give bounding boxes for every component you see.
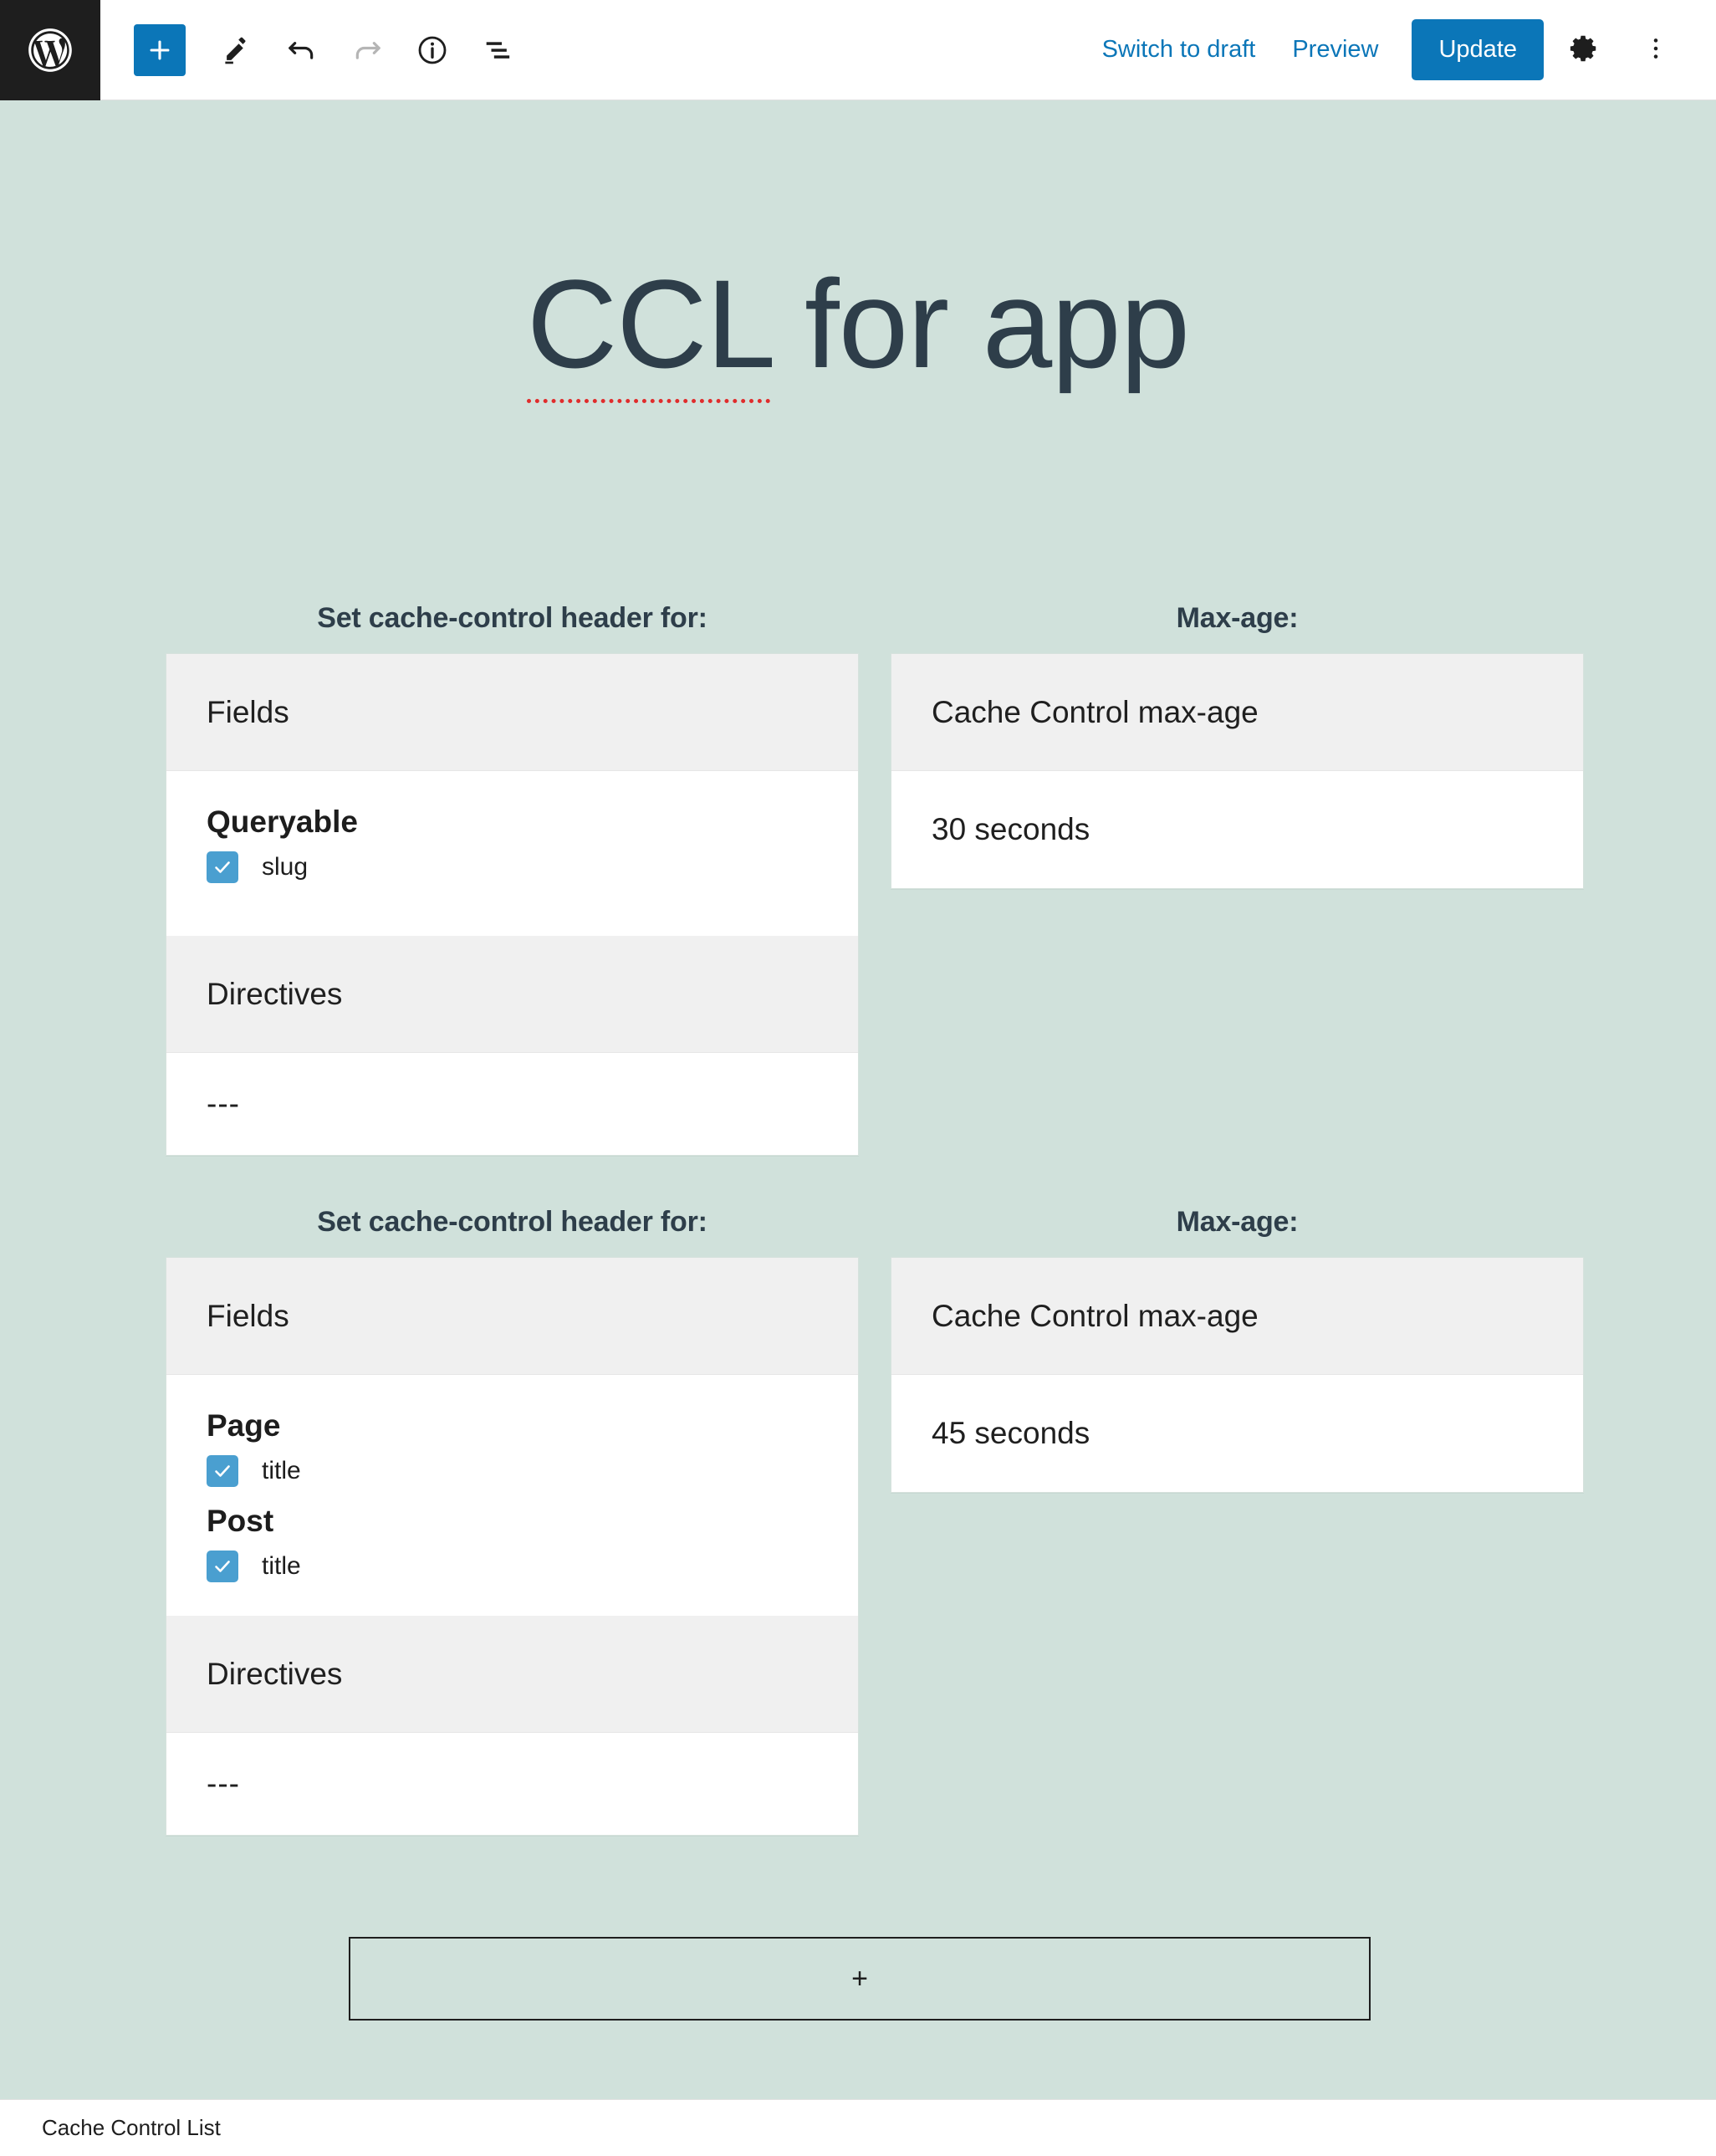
entry-2-maxage-card[interactable]: Cache Control max-age 45 seconds xyxy=(891,1257,1584,1493)
entry-2-directives-heading: Directives xyxy=(166,1616,858,1733)
gear-icon xyxy=(1568,33,1600,67)
more-options-button[interactable] xyxy=(1624,18,1688,82)
toolbar-left-tools xyxy=(100,18,530,83)
edit-tool-button[interactable] xyxy=(204,18,269,83)
field-label: title xyxy=(262,1457,301,1484)
switch-to-draft-button[interactable]: Switch to draft xyxy=(1084,24,1274,75)
post-title-rest: for app xyxy=(770,253,1190,394)
plus-icon xyxy=(146,36,174,64)
field-row[interactable]: slug xyxy=(207,851,818,883)
wordpress-logo-button[interactable] xyxy=(0,0,100,100)
editor-canvas: CCL for app Set cache-control header for… xyxy=(0,100,1716,2099)
entry-1-fields-heading: Fields xyxy=(166,654,858,771)
field-group-name: Page xyxy=(207,1408,281,1443)
field-group: Post title xyxy=(207,1504,818,1582)
list-view-button[interactable] xyxy=(465,18,530,83)
entry-1-directives-heading: Directives xyxy=(166,936,858,1053)
details-button[interactable] xyxy=(400,18,465,83)
entry-1-maxage-column: Max-age: Cache Control max-age 30 second… xyxy=(891,602,1584,889)
entry-1-maxage-heading: Cache Control max-age xyxy=(891,654,1583,771)
field-row[interactable]: title xyxy=(207,1551,818,1582)
entry-1-fields-column: Set cache-control header for: Fields Que… xyxy=(166,602,859,1156)
entry-1-maxage-label: Max-age: xyxy=(1176,602,1299,634)
field-row[interactable]: title xyxy=(207,1455,818,1487)
entry-2-maxage-column: Max-age: Cache Control max-age 45 second… xyxy=(891,1206,1584,1493)
entry-1-fields-card[interactable]: Fields Queryable slug Directives --- xyxy=(166,653,859,1156)
undo-button[interactable] xyxy=(269,18,335,83)
editor-toolbar: Switch to draft Preview Update xyxy=(0,0,1716,100)
entry-2-fields-card[interactable]: Fields Page title Post title Directives … xyxy=(166,1257,859,1836)
field-group: Page title xyxy=(207,1408,818,1487)
field-group-name: Post xyxy=(207,1504,274,1538)
entry-2-maxage-heading: Cache Control max-age xyxy=(891,1258,1583,1375)
add-cache-control-entry-button[interactable]: + xyxy=(349,1937,1371,2021)
field-group-name: Queryable xyxy=(207,805,358,839)
entry-1-fields-body: Queryable slug xyxy=(166,771,858,936)
cache-control-entry-1: Set cache-control header for: Fields Que… xyxy=(166,602,1584,1156)
redo-arrow-icon xyxy=(350,33,384,67)
entry-1-directives-value: --- xyxy=(166,1053,858,1155)
field-label: slug xyxy=(262,853,309,881)
field-group: Queryable slug xyxy=(207,805,818,883)
toolbar-right-actions: Switch to draft Preview Update xyxy=(1084,18,1716,82)
entry-2-maxage-label: Max-age: xyxy=(1176,1206,1299,1238)
redo-button[interactable] xyxy=(335,18,400,83)
preview-button[interactable]: Preview xyxy=(1274,24,1397,75)
entry-2-maxage-value: 45 seconds xyxy=(891,1375,1583,1492)
entry-2-directives-value: --- xyxy=(166,1733,858,1835)
post-title-misspelled-word: CCL xyxy=(526,253,771,403)
entry-2-fields-heading: Fields xyxy=(166,1258,858,1375)
add-block-button[interactable] xyxy=(134,23,186,76)
list-view-icon xyxy=(481,33,514,67)
entry-1-fields-label: Set cache-control header for: xyxy=(317,602,707,634)
entry-2-fields-label: Set cache-control header for: xyxy=(317,1206,707,1238)
breadcrumb[interactable]: Cache Control List xyxy=(42,2115,221,2141)
info-circle-icon xyxy=(416,33,449,67)
entry-1-maxage-card[interactable]: Cache Control max-age 30 seconds xyxy=(891,653,1584,889)
entry-1-maxage-value: 30 seconds xyxy=(891,771,1583,888)
editor-footer-breadcrumb-bar: Cache Control List xyxy=(0,2099,1716,2156)
three-dots-vertical-icon xyxy=(1642,34,1670,65)
wordpress-logo-icon xyxy=(24,24,76,76)
pencil-icon xyxy=(221,34,253,66)
field-checkbox[interactable] xyxy=(207,851,238,883)
field-checkbox[interactable] xyxy=(207,1551,238,1582)
entry-2-fields-body: Page title Post title xyxy=(166,1375,858,1616)
undo-arrow-icon xyxy=(285,33,319,67)
field-label: title xyxy=(262,1552,301,1580)
entry-2-fields-column: Set cache-control header for: Fields Pag… xyxy=(166,1206,859,1836)
update-button[interactable]: Update xyxy=(1412,19,1544,80)
settings-button[interactable] xyxy=(1552,18,1616,82)
cache-control-entry-2: Set cache-control header for: Fields Pag… xyxy=(166,1206,1584,1836)
field-checkbox[interactable] xyxy=(207,1455,238,1487)
post-title[interactable]: CCL for app xyxy=(0,100,1716,403)
